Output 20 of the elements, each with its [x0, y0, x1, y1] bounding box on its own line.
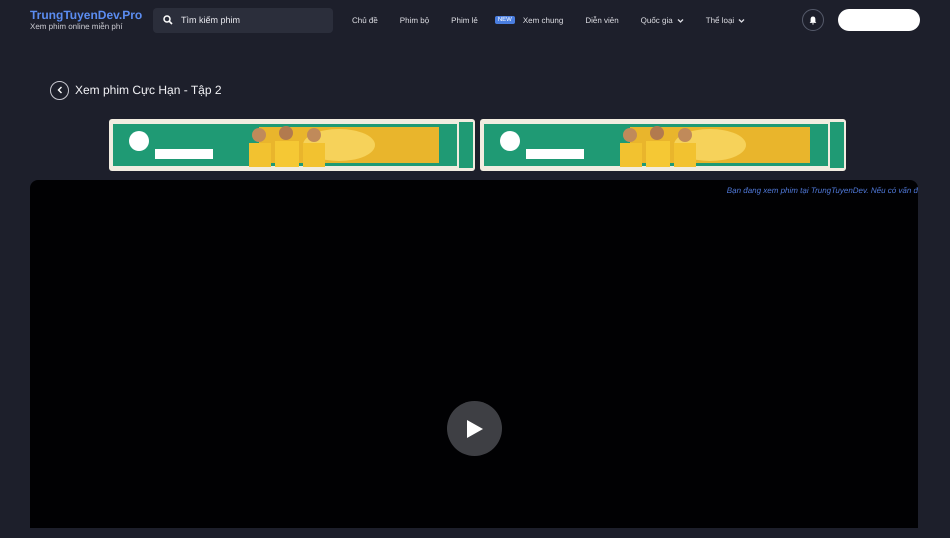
nav-link[interactable]: Quốc gia	[636, 16, 689, 24]
nav-link[interactable]: Thể loại	[700, 16, 750, 24]
play-icon	[466, 418, 484, 438]
notification-button[interactable]	[802, 9, 824, 31]
nav-link[interactable]: Phim bộ	[394, 16, 434, 24]
chevron-down-icon	[676, 18, 684, 22]
nav-link[interactable]: Chủ đề	[347, 16, 383, 24]
chevron-down-icon	[738, 18, 746, 22]
nav-link[interactable]: Phim lẻ	[446, 16, 483, 24]
site-logo[interactable]: TrungTuyenDev.Pro	[30, 8, 153, 22]
account-button[interactable]	[838, 9, 920, 31]
nav-link[interactable]: Xem chung	[518, 16, 568, 24]
nav-link[interactable]: Diễn viên	[580, 16, 624, 24]
site-tagline: Xem phim online miễn phí	[30, 22, 124, 32]
search-field[interactable]: Tìm kiếm phim	[153, 8, 333, 32]
bell-icon	[809, 14, 817, 26]
search-icon	[163, 15, 173, 25]
page-title: Xem phim Cực Hạn - Tập 2	[75, 83, 222, 97]
back-icon	[56, 86, 62, 94]
back-button[interactable]	[50, 80, 69, 100]
